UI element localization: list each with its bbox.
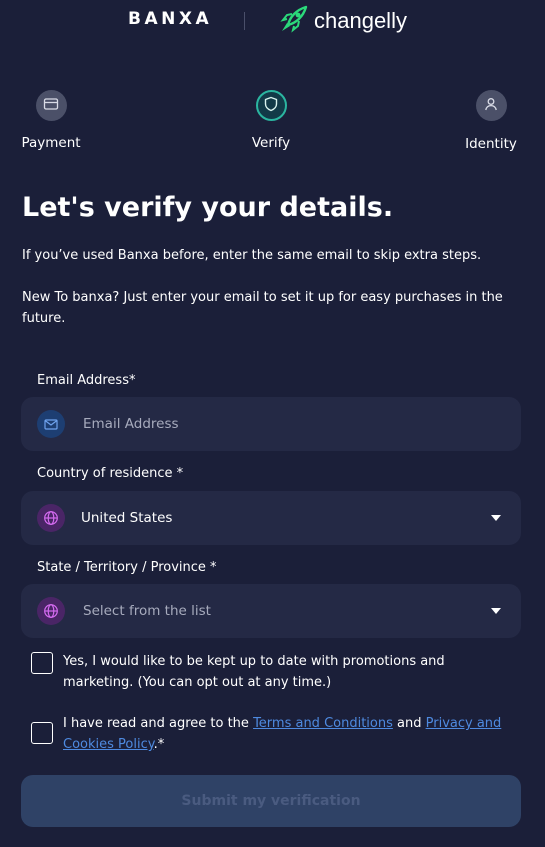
chevron-down-icon[interactable]	[491, 608, 501, 614]
terms-middle: and	[392, 716, 426, 731]
email-input[interactable]: Email Address	[83, 416, 521, 432]
country-select[interactable]: United States	[21, 491, 521, 545]
mail-icon	[37, 410, 65, 438]
globe-icon	[37, 504, 65, 532]
country-value: United States	[81, 510, 173, 526]
terms-suffix: .*	[153, 737, 165, 752]
intro-new-users: New To banxa? Just enter your email to s…	[22, 290, 503, 326]
marketing-checkbox[interactable]	[31, 652, 53, 674]
submit-button[interactable]: Submit my verification	[21, 775, 521, 827]
globe-icon	[37, 597, 65, 625]
changelly-logo: changelly	[278, 3, 407, 39]
state-placeholder: Select from the list	[83, 603, 211, 619]
terms-consent-row: I have read and agree to the Terms and C…	[31, 713, 513, 755]
step-verify-circle	[255, 90, 287, 121]
step-payment-label: Payment	[21, 135, 81, 151]
header: BANXA changelly	[0, 0, 545, 42]
page-title: Let's verify your details.	[22, 192, 394, 223]
email-label: Email Address*	[37, 373, 136, 388]
terms-link[interactable]: Terms and Conditions	[253, 716, 393, 731]
step-identity: Identity	[451, 90, 531, 152]
shield-icon	[264, 96, 278, 116]
chevron-down-icon[interactable]	[491, 515, 501, 521]
step-verify: Verify	[231, 90, 311, 151]
card-icon	[43, 96, 59, 115]
email-field[interactable]: Email Address	[21, 397, 521, 451]
intro-returning-users: If you’ve used Banxa before, enter the s…	[22, 248, 482, 263]
state-select[interactable]: Select from the list	[21, 584, 521, 638]
step-payment-circle	[35, 90, 67, 121]
marketing-consent-text: Yes, I would like to be kept up to date …	[63, 654, 445, 690]
state-label: State / Territory / Province *	[37, 560, 217, 575]
banxa-logo: BANXA	[128, 9, 213, 29]
changelly-wordmark: changelly	[314, 8, 407, 33]
marketing-consent-row: Yes, I would like to be kept up to date …	[31, 651, 513, 693]
rocket-icon	[278, 3, 310, 39]
step-identity-circle	[475, 90, 507, 121]
terms-consent-text: I have read and agree to the Terms and C…	[63, 713, 513, 755]
step-payment: Payment	[11, 90, 91, 151]
step-verify-label: Verify	[251, 135, 291, 151]
header-divider	[244, 12, 245, 30]
step-identity-label: Identity	[465, 136, 517, 152]
terms-prefix: I have read and agree to the	[63, 716, 254, 731]
user-icon	[484, 96, 498, 115]
country-label: Country of residence *	[37, 466, 184, 481]
terms-checkbox[interactable]	[31, 722, 53, 744]
